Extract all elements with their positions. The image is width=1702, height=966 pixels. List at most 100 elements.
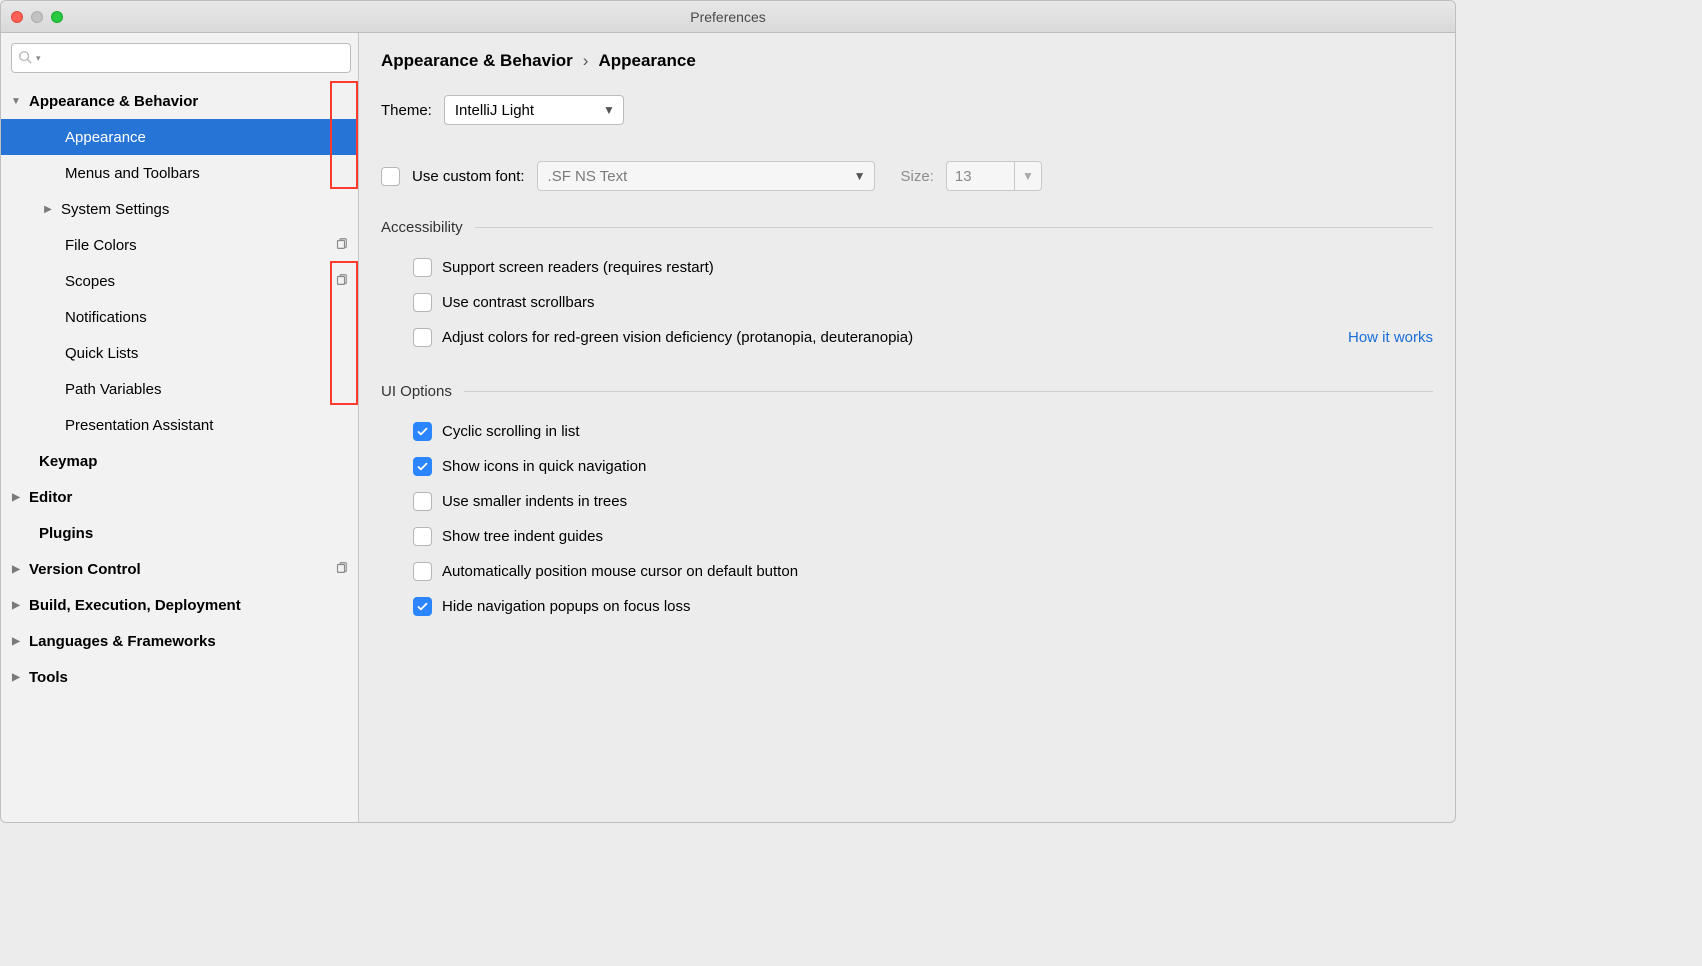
copy-icon: [334, 273, 348, 287]
sidebar-item-label: System Settings: [61, 201, 169, 218]
sidebar-item-label: Path Variables: [65, 381, 161, 398]
sidebar-item[interactable]: Menus and Toolbars: [1, 155, 358, 191]
sidebar-item[interactable]: ▶ Build, Execution, Deployment: [1, 587, 358, 623]
disclosure-right-icon: ▶: [9, 636, 23, 647]
sidebar-item[interactable]: Quick Lists: [1, 335, 358, 371]
chevron-right-icon: ›: [583, 51, 589, 71]
checkbox-label: Automatically position mouse cursor on d…: [442, 563, 798, 580]
checkbox[interactable]: [413, 527, 432, 546]
size-label: Size:: [901, 168, 934, 185]
preferences-window: Preferences ▾ ▼Appearance & BehaviorAppe…: [0, 0, 1456, 823]
accessibility-header: Accessibility: [381, 219, 1433, 236]
sidebar-item-label: Notifications: [65, 309, 147, 326]
ui-options-option: Automatically position mouse cursor on d…: [381, 554, 1433, 589]
sidebar-item[interactable]: Scopes: [1, 263, 358, 299]
sidebar-item-label: Build, Execution, Deployment: [29, 597, 241, 614]
disclosure-right-icon: ▶: [9, 564, 23, 575]
sidebar-item-label: Quick Lists: [65, 345, 138, 362]
theme-select[interactable]: IntelliJ Light ▼: [444, 95, 624, 125]
caret-down-icon: ▼: [603, 103, 615, 117]
ui-options-header: UI Options: [381, 383, 1433, 400]
caret-down-icon: ▼: [854, 169, 866, 183]
checkbox[interactable]: [413, 492, 432, 511]
disclosure-right-icon: ▶: [9, 492, 23, 503]
sidebar-item[interactable]: Appearance: [1, 119, 358, 155]
sidebar-item-label: File Colors: [65, 237, 137, 254]
sidebar-item[interactable]: ▶ Languages & Frameworks: [1, 623, 358, 659]
checkbox-label: Cyclic scrolling in list: [442, 423, 580, 440]
sidebar-item[interactable]: ▶ Editor: [1, 479, 358, 515]
sidebar-item-label: Appearance & Behavior: [29, 93, 198, 110]
size-input[interactable]: [946, 161, 1014, 191]
titlebar: Preferences: [1, 1, 1455, 33]
font-value: .SF NS Text: [548, 168, 628, 185]
ui-options-option: Cyclic scrolling in list: [381, 414, 1433, 449]
sidebar-item[interactable]: ▶ Version Control: [1, 551, 358, 587]
window-title: Preferences: [1, 9, 1455, 25]
checkbox-label: Use smaller indents in trees: [442, 493, 627, 510]
sidebar-item[interactable]: Path Variables: [1, 371, 358, 407]
sidebar-item[interactable]: Notifications: [1, 299, 358, 335]
checkbox-label: Adjust colors for red-green vision defic…: [442, 329, 913, 346]
copy-icon: [334, 237, 348, 251]
font-select[interactable]: .SF NS Text ▼: [537, 161, 875, 191]
content-panel: Appearance & Behavior › Appearance Theme…: [359, 33, 1455, 822]
sidebar-item-label: Tools: [29, 669, 68, 686]
sidebar-item-label: Presentation Assistant: [65, 417, 213, 434]
disclosure-right-icon: ▶: [9, 672, 23, 683]
sidebar-item[interactable]: Plugins: [1, 515, 358, 551]
sidebar-item-label: Plugins: [39, 525, 93, 542]
checkbox[interactable]: [413, 422, 432, 441]
sidebar-tree: ▼Appearance & Behavior Appearance Menus an…: [1, 81, 358, 822]
sidebar-item-label: Appearance: [65, 129, 146, 146]
sidebar-item[interactable]: Keymap: [1, 443, 358, 479]
checkbox-label: Support screen readers (requires restart…: [442, 259, 714, 276]
disclosure-placeholder: [19, 527, 33, 539]
chevron-down-icon: ▾: [36, 53, 41, 64]
checkbox[interactable]: [413, 562, 432, 581]
sidebar-item-label: Editor: [29, 489, 72, 506]
sidebar-item-label: Scopes: [65, 273, 115, 290]
custom-font-label: Use custom font:: [412, 168, 525, 185]
ui-options-title: UI Options: [381, 383, 452, 400]
sidebar-item[interactable]: Presentation Assistant: [1, 407, 358, 443]
sidebar-item-label: Menus and Toolbars: [65, 165, 200, 182]
breadcrumb-page: Appearance: [598, 51, 695, 71]
search-input[interactable]: ▾: [11, 43, 351, 73]
how-it-works-link[interactable]: How it works: [1348, 329, 1433, 346]
accessibility-title: Accessibility: [381, 219, 463, 236]
checkbox-label: Show tree indent guides: [442, 528, 603, 545]
divider: [475, 227, 1433, 228]
theme-label: Theme:: [381, 102, 432, 119]
accessibility-option: Adjust colors for red-green vision defic…: [381, 320, 1433, 355]
ui-options-option: Use smaller indents in trees: [381, 484, 1433, 519]
checkbox[interactable]: [413, 328, 432, 347]
breadcrumb-section: Appearance & Behavior: [381, 51, 573, 71]
checkbox-label: Use contrast scrollbars: [442, 294, 595, 311]
accessibility-option: Use contrast scrollbars: [381, 285, 1433, 320]
ui-options-option: Hide navigation popups on focus loss: [381, 589, 1433, 624]
sidebar-item[interactable]: ▶ System Settings: [1, 191, 358, 227]
ui-options-option: Show icons in quick navigation: [381, 449, 1433, 484]
sidebar-item[interactable]: ▼Appearance & Behavior: [1, 83, 358, 119]
custom-font-checkbox[interactable]: [381, 167, 400, 186]
sidebar-item-label: Languages & Frameworks: [29, 633, 216, 650]
checkbox[interactable]: [413, 258, 432, 277]
sidebar-item-label: Keymap: [39, 453, 97, 470]
disclosure-right-icon: ▶: [41, 204, 55, 215]
ui-options-option: Show tree indent guides: [381, 519, 1433, 554]
caret-down-icon: ▼: [1022, 169, 1034, 183]
checkbox[interactable]: [413, 457, 432, 476]
sidebar-item-label: Version Control: [29, 561, 141, 578]
accessibility-option: Support screen readers (requires restart…: [381, 250, 1433, 285]
sidebar-item[interactable]: ▶ Tools: [1, 659, 358, 695]
size-stepper[interactable]: ▼: [1014, 161, 1042, 191]
breadcrumb: Appearance & Behavior › Appearance: [381, 51, 1433, 71]
checkbox-label: Show icons in quick navigation: [442, 458, 646, 475]
checkbox[interactable]: [413, 293, 432, 312]
disclosure-placeholder: [19, 455, 33, 467]
checkbox[interactable]: [413, 597, 432, 616]
divider: [464, 391, 1433, 392]
disclosure-right-icon: ▶: [9, 600, 23, 611]
sidebar-item[interactable]: File Colors: [1, 227, 358, 263]
